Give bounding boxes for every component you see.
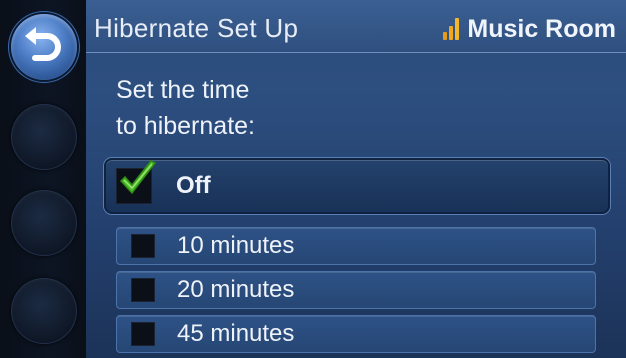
instruction-text: Set the time to hibernate: — [116, 72, 255, 144]
checkbox-checked — [116, 160, 157, 204]
checkbox-unchecked — [131, 322, 155, 346]
option-label: 45 minutes — [177, 320, 295, 347]
option-45-minutes[interactable]: 45 minutes — [116, 315, 596, 353]
soft-button-3[interactable] — [11, 278, 77, 344]
zone-indicator: Music Room — [443, 14, 616, 44]
option-10-minutes[interactable]: 10 minutes — [116, 227, 596, 265]
option-20-minutes[interactable]: 20 minutes — [116, 271, 596, 309]
checkbox-unchecked — [131, 278, 155, 302]
soft-button-1[interactable] — [11, 104, 77, 170]
back-button[interactable] — [11, 14, 77, 80]
zone-name: Music Room — [467, 14, 616, 43]
main-panel: Hibernate Set Up Music Room Set the time… — [86, 0, 626, 358]
left-rail — [0, 0, 86, 358]
option-label: 20 minutes — [177, 276, 295, 303]
instruction-line-2: to hibernate: — [116, 112, 255, 140]
checkmark-icon — [119, 160, 157, 195]
page-title: Hibernate Set Up — [94, 13, 299, 43]
soft-button-2[interactable] — [11, 190, 77, 256]
option-off[interactable]: Off — [104, 158, 610, 214]
instruction-line-1: Set the time — [116, 76, 250, 104]
signal-strength-icon — [443, 18, 461, 40]
title-bar: Hibernate Set Up Music Room — [86, 0, 626, 53]
option-label: Off — [176, 172, 211, 199]
back-arrow-icon — [25, 27, 61, 61]
checkbox-unchecked — [131, 234, 155, 258]
option-label: 10 minutes — [177, 232, 295, 259]
screen: Hibernate Set Up Music Room Set the time… — [0, 0, 626, 358]
